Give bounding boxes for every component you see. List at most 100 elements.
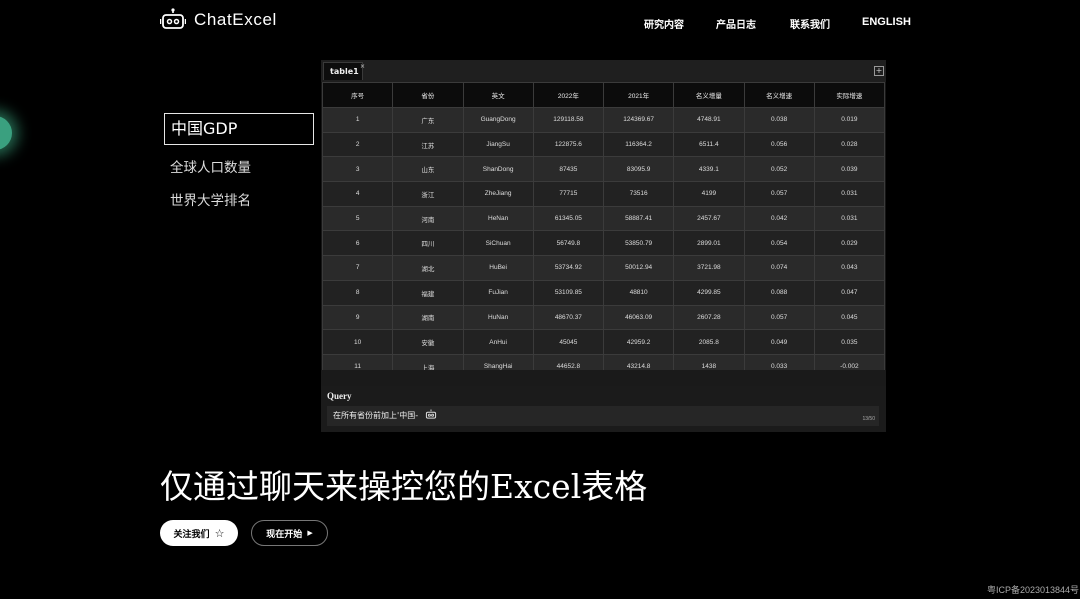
table-cell[interactable]: 45045 xyxy=(532,329,605,355)
table-cell[interactable]: 83095.9 xyxy=(602,156,675,183)
table-cell[interactable]: 3 xyxy=(321,156,394,183)
add-sheet-icon[interactable]: + xyxy=(874,66,884,76)
table-cell[interactable]: SiChuan xyxy=(462,230,534,257)
table-cell[interactable]: 2085.8 xyxy=(673,329,745,355)
table-row[interactable]: 9 湖南 HuNan 48670.37 46063.09 2607.28 0.057 0.04… xyxy=(321,304,886,331)
table-cell[interactable]: 0.074 xyxy=(743,255,815,281)
table-cell[interactable]: 124369.67 xyxy=(602,107,675,133)
table-cell[interactable]: 6511.4 xyxy=(673,131,745,158)
table-cell[interactable]: 1438 xyxy=(673,353,745,370)
table-cell[interactable]: 四川 xyxy=(392,230,464,257)
column-header[interactable]: 序号 xyxy=(321,82,394,108)
table-cell[interactable]: 0.057 xyxy=(743,181,815,207)
table-cell[interactable]: AnHui xyxy=(462,329,534,355)
table-cell[interactable]: GuangDong xyxy=(462,107,534,133)
column-header[interactable]: 实际增速 xyxy=(813,82,886,108)
table-cell[interactable]: 0.033 xyxy=(743,353,815,370)
table-cell[interactable]: 46063.09 xyxy=(602,304,675,331)
column-header[interactable]: 2021年 xyxy=(602,82,675,108)
table-cell[interactable]: 2 xyxy=(321,131,394,158)
table-cell[interactable]: HuBei xyxy=(462,255,534,281)
table-cell[interactable]: 广东 xyxy=(392,107,464,133)
table-cell[interactable]: 湖南 xyxy=(392,304,464,331)
nav-english[interactable]: ENGLISH xyxy=(862,16,911,28)
menu-item-world-population[interactable]: 全球人口数量 xyxy=(164,152,314,185)
table-cell[interactable]: 河南 xyxy=(392,205,464,232)
table-cell[interactable]: 53109.85 xyxy=(532,279,605,306)
follow-button[interactable]: 关注我们 ☆ xyxy=(160,520,238,546)
table-cell[interactable]: 2899.01 xyxy=(673,230,745,257)
table-cell[interactable]: 0.045 xyxy=(813,304,886,331)
table-row[interactable]: 4 浙江 ZheJiang 77715 73516 4199 0.057 0.031 xyxy=(321,181,886,207)
table-cell[interactable]: 0.029 xyxy=(813,230,886,257)
table-cell[interactable]: 0.031 xyxy=(813,205,886,232)
table-cell[interactable]: 0.039 xyxy=(813,156,886,183)
column-header[interactable]: 省份 xyxy=(392,82,464,108)
table-cell[interactable]: 山东 xyxy=(392,156,464,183)
table-cell[interactable]: 0.057 xyxy=(743,304,815,331)
table-cell[interactable]: 0.052 xyxy=(743,156,815,183)
column-header[interactable]: 英文 xyxy=(462,82,534,108)
table-cell[interactable]: 11 xyxy=(321,353,394,370)
table-cell[interactable]: 122875.6 xyxy=(532,131,605,158)
close-tab-icon[interactable]: × xyxy=(360,64,365,70)
nav-contact[interactable]: 联系我们 xyxy=(790,16,830,31)
table-cell[interactable]: 7 xyxy=(321,255,394,281)
table-cell[interactable]: HuNan xyxy=(462,304,534,331)
table-cell[interactable]: 53734.92 xyxy=(532,255,605,281)
table-row[interactable]: 6 四川 SiChuan 56749.8 53850.79 2899.01 0.054 0.0… xyxy=(321,230,886,257)
table-row[interactable]: 10 安徽 AnHui 45045 42959.2 2085.8 0.049 0.035 xyxy=(321,329,886,355)
table-cell[interactable]: 2607.28 xyxy=(673,304,745,331)
table-cell[interactable]: 6 xyxy=(321,230,394,257)
table-cell[interactable]: 0.056 xyxy=(743,131,815,158)
table-cell[interactable]: 3721.98 xyxy=(673,255,745,281)
table-cell[interactable]: 2457.67 xyxy=(673,205,745,232)
column-header[interactable]: 2022年 xyxy=(532,82,605,108)
table-cell[interactable]: FuJian xyxy=(462,279,534,306)
table-cell[interactable]: 1 xyxy=(321,107,394,133)
table-cell[interactable]: 0.043 xyxy=(813,255,886,281)
table-cell[interactable]: 0.031 xyxy=(813,181,886,207)
table-row[interactable]: 11 上海 ShangHai 44652.8 43214.8 1438 0.033 -0.00… xyxy=(321,353,886,370)
table-row[interactable]: 3 山东 ShanDong 87435 83095.9 4339.1 0.052 0.039 xyxy=(321,156,886,183)
table-cell[interactable]: 0.035 xyxy=(813,329,886,355)
table-cell[interactable]: 江苏 xyxy=(392,131,464,158)
table-cell[interactable]: 129118.58 xyxy=(532,107,605,133)
sheet-tab[interactable]: table1 × xyxy=(323,62,365,80)
table-cell[interactable]: 4 xyxy=(321,181,394,207)
icp-license[interactable]: 粤ICP备2023013844号 xyxy=(987,583,1079,596)
table-cell[interactable]: 上海 xyxy=(392,353,464,370)
table-cell[interactable]: 9 xyxy=(321,304,394,331)
nav-changelog[interactable]: 产品日志 xyxy=(716,16,756,31)
table-cell[interactable]: 50012.94 xyxy=(602,255,675,281)
table-cell[interactable]: 53850.79 xyxy=(602,230,675,257)
side-glow-button[interactable] xyxy=(0,116,12,150)
column-header[interactable]: 名义增速 xyxy=(743,82,815,108)
table-row[interactable]: 5 河南 HeNan 61345.05 58887.41 2457.67 0.042 0.03… xyxy=(321,205,886,232)
table-cell[interactable]: ZheJiang xyxy=(462,181,534,207)
table-cell[interactable]: 浙江 xyxy=(392,181,464,207)
menu-item-university-ranking[interactable]: 世界大学排名 xyxy=(164,185,314,218)
table-cell[interactable]: HeNan xyxy=(462,205,534,232)
table-cell[interactable]: 4339.1 xyxy=(673,156,745,183)
table-cell[interactable]: 56749.8 xyxy=(532,230,605,257)
table-cell[interactable]: ShangHai xyxy=(462,353,534,370)
table-cell[interactable]: 福建 xyxy=(392,279,464,306)
table-cell[interactable]: 0.038 xyxy=(743,107,815,133)
table-row[interactable]: 1 广东 GuangDong 129118.58 124369.67 4748.91 0.0… xyxy=(321,107,886,133)
column-header[interactable]: 名义增量 xyxy=(673,82,745,108)
table-cell[interactable]: 48670.37 xyxy=(532,304,605,331)
table-cell[interactable]: 湖北 xyxy=(392,255,464,281)
table-cell[interactable]: ShanDong xyxy=(462,156,534,183)
table-cell[interactable]: JiangSu xyxy=(462,131,534,158)
table-cell[interactable]: 43214.8 xyxy=(602,353,675,370)
table-cell[interactable]: 10 xyxy=(321,329,394,355)
table-cell[interactable]: 48810 xyxy=(602,279,675,306)
table-cell[interactable]: 116364.2 xyxy=(602,131,675,158)
menu-item-china-gdp[interactable]: 中国GDP xyxy=(164,113,314,145)
table-row[interactable]: 2 江苏 JiangSu 122875.6 116364.2 6511.4 0.056 0.0… xyxy=(321,131,886,158)
table-cell[interactable]: 0.042 xyxy=(743,205,815,232)
table-cell[interactable]: 61345.05 xyxy=(532,205,605,232)
table-cell[interactable]: 8 xyxy=(321,279,394,306)
query-input[interactable]: 在所有省份前加上'中国- 13/50 xyxy=(327,406,879,426)
